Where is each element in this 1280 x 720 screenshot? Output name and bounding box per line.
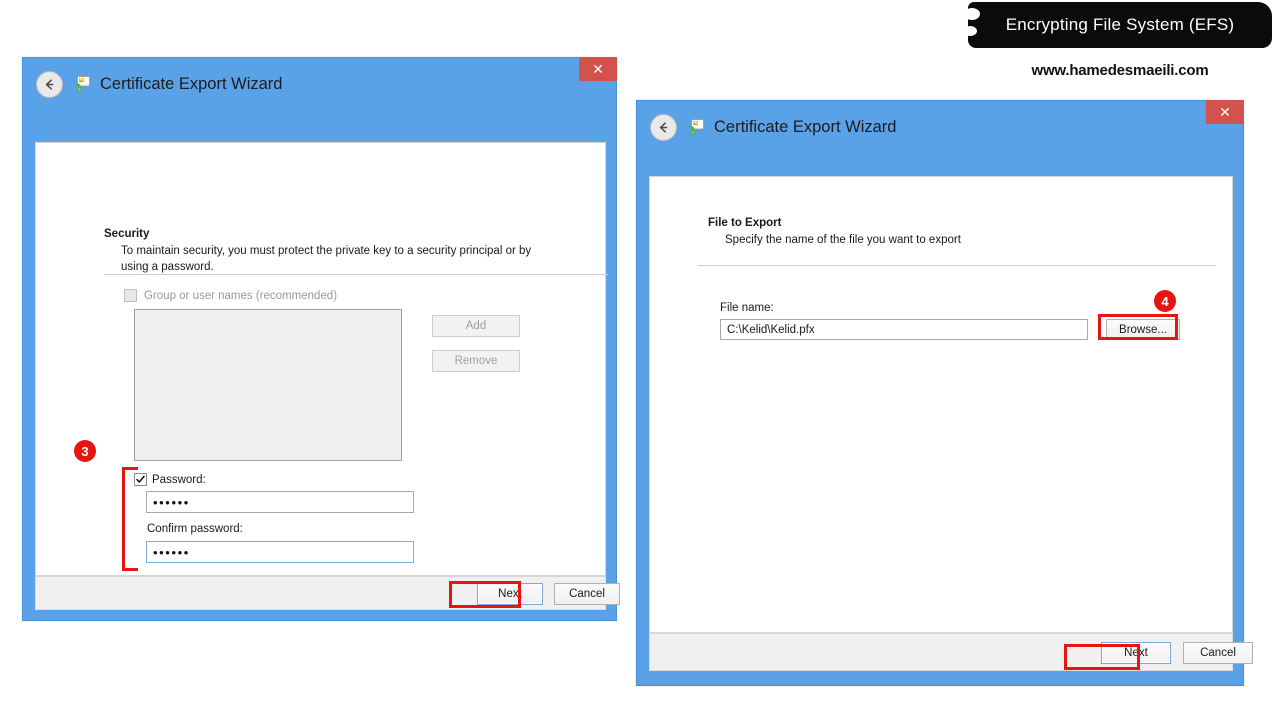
certificate-icon [72,75,91,94]
section-heading-file-to-export: File to Export [708,217,782,229]
confirm-password-value: •••••• [153,544,190,560]
section-description-file-to-export: Specify the name of the file you want to… [725,234,961,246]
password-value: •••••• [153,494,190,510]
site-url-watermark: www.hamedesmaeili.com [1031,62,1209,79]
certificate-icon [686,118,705,137]
next-button[interactable]: Next [477,583,543,605]
section-heading-security: Security [104,228,150,240]
browse-button[interactable]: Browse... [1106,319,1180,340]
close-icon[interactable]: ✕ [1206,100,1244,124]
wizard-header-right: Certificate Export Wizard [637,101,1243,153]
wizard-title: Certificate Export Wizard [714,117,897,136]
password-checkbox-row[interactable]: Password: [134,473,206,486]
banner-title: Encrypting File System (EFS) [1005,15,1235,34]
password-input[interactable]: •••••• [146,491,414,513]
password-label: Password: [152,473,206,486]
password-checkbox[interactable] [134,473,147,486]
confirm-password-input[interactable]: •••••• [146,541,414,563]
next-button[interactable]: Next [1101,642,1171,664]
back-arrow-icon[interactable] [650,113,677,141]
section-divider [698,265,1216,266]
section-description-security: To maintain security, you must protect t… [121,245,532,273]
wizard-body-left: Security To maintain security, you must … [35,142,608,595]
section-divider [104,274,608,275]
certificate-export-wizard-file-dialog: ✕ Certificate Export Wizard File to Expo… [636,100,1253,686]
screenshot-root: Encrypting File System (EFS) www.hamedes… [0,0,1280,720]
cancel-button[interactable]: Cancel [1183,642,1253,664]
group-or-user-names-checkbox[interactable] [124,289,137,302]
wizard-title: Certificate Export Wizard [100,74,283,93]
wizard-footer-right: Next Cancel [649,633,1253,671]
wizard-body-right: File to Export Specify the name of the f… [649,176,1233,633]
back-arrow-icon[interactable] [36,70,63,98]
wizard-header-left: Certificate Export Wizard [23,58,616,110]
cancel-button[interactable]: Cancel [554,583,620,605]
group-or-user-names-label: Group or user names (recommended) [144,289,338,302]
wizard-footer-left: Next Cancel [35,576,620,610]
efs-banner: Encrypting File System (EFS) [963,2,1272,48]
remove-button[interactable]: Remove [432,350,520,372]
close-icon[interactable]: ✕ [579,57,617,81]
file-name-label: File name: [720,302,774,314]
group-user-names-listbox[interactable] [134,309,402,461]
add-button[interactable]: Add [432,315,520,337]
group-or-user-names-checkbox-row[interactable]: Group or user names (recommended) [124,289,337,302]
confirm-password-label: Confirm password: [147,523,243,535]
file-name-input[interactable]: C:\Kelid\Kelid.pfx [720,319,1088,340]
certificate-export-wizard-security-dialog: ✕ Certificate Export Wizard Security To … [22,57,620,621]
